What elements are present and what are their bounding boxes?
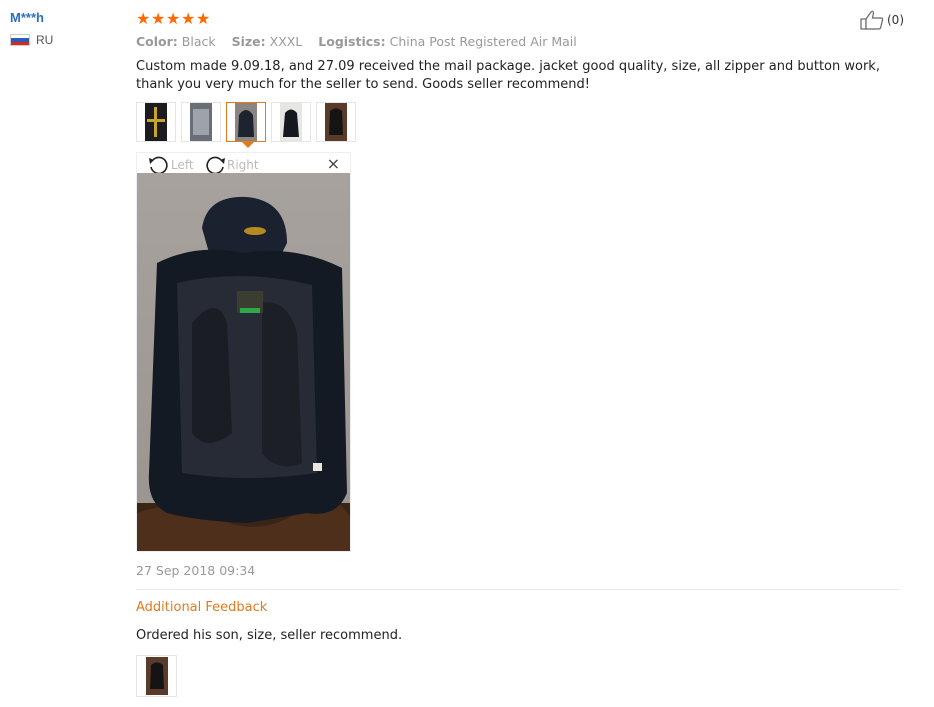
- logistics-value: China Post Registered Air Mail: [389, 34, 577, 49]
- photo-viewer: Left Right ×: [136, 152, 351, 552]
- close-icon[interactable]: ×: [327, 154, 340, 173]
- additional-feedback-text: Ordered his son, size, seller recommend.: [136, 628, 403, 643]
- star-icon: ★: [196, 9, 211, 28]
- additional-photo-thumbnail[interactable]: [136, 655, 177, 697]
- photo-thumbnail[interactable]: [316, 102, 356, 142]
- logistics-label: Logistics:: [318, 34, 386, 49]
- country-code: RU: [36, 33, 54, 47]
- size-value: XXXL: [269, 34, 303, 49]
- rotate-left-label: Left: [171, 158, 194, 172]
- rotate-left-icon: [149, 156, 168, 175]
- review-photo-thumbnails: [136, 102, 356, 148]
- review-text: Custom made 9.09.18, and 27.09 received …: [136, 59, 880, 92]
- star-icon: ★: [136, 9, 151, 28]
- helpful-count: (0): [887, 13, 904, 27]
- viewer-toolbar: Left Right ×: [137, 153, 350, 175]
- star-icon: ★: [151, 9, 166, 28]
- photo-thumbnail[interactable]: [181, 102, 221, 142]
- active-thumbnail-caret: [242, 142, 254, 148]
- color-value: Black: [181, 34, 216, 49]
- rotate-right-label: Right: [227, 158, 259, 172]
- review-date: 27 Sep 2018 09:34: [136, 563, 256, 578]
- reviewer-name[interactable]: M***h: [10, 10, 53, 25]
- photo-thumbnail-active[interactable]: [226, 102, 266, 148]
- additional-feedback-title: Additional Feedback: [136, 600, 268, 615]
- order-attributes: Color: Black Size: XXXL Logistics: China…: [136, 34, 589, 49]
- color-label: Color:: [136, 34, 178, 49]
- russia-flag-icon: [10, 34, 30, 46]
- photo-thumbnail[interactable]: [136, 102, 176, 142]
- reviewer-info: M***h RU: [10, 10, 53, 47]
- rotate-right-icon: [206, 156, 225, 175]
- helpful-button[interactable]: (0): [860, 10, 904, 30]
- rotate-right-button[interactable]: Right: [203, 155, 259, 175]
- reviewer-country: RU: [10, 33, 53, 47]
- star-icon: ★: [181, 9, 196, 28]
- review-photo-large: [137, 173, 350, 551]
- rotate-left-button[interactable]: Left: [147, 155, 194, 175]
- star-icon: ★: [166, 9, 181, 28]
- photo-thumbnail[interactable]: [271, 102, 311, 142]
- star-rating: ★ ★ ★ ★ ★: [136, 11, 211, 27]
- size-label: Size:: [231, 34, 266, 49]
- thumbs-up-icon: [860, 10, 884, 30]
- divider: [136, 589, 900, 590]
